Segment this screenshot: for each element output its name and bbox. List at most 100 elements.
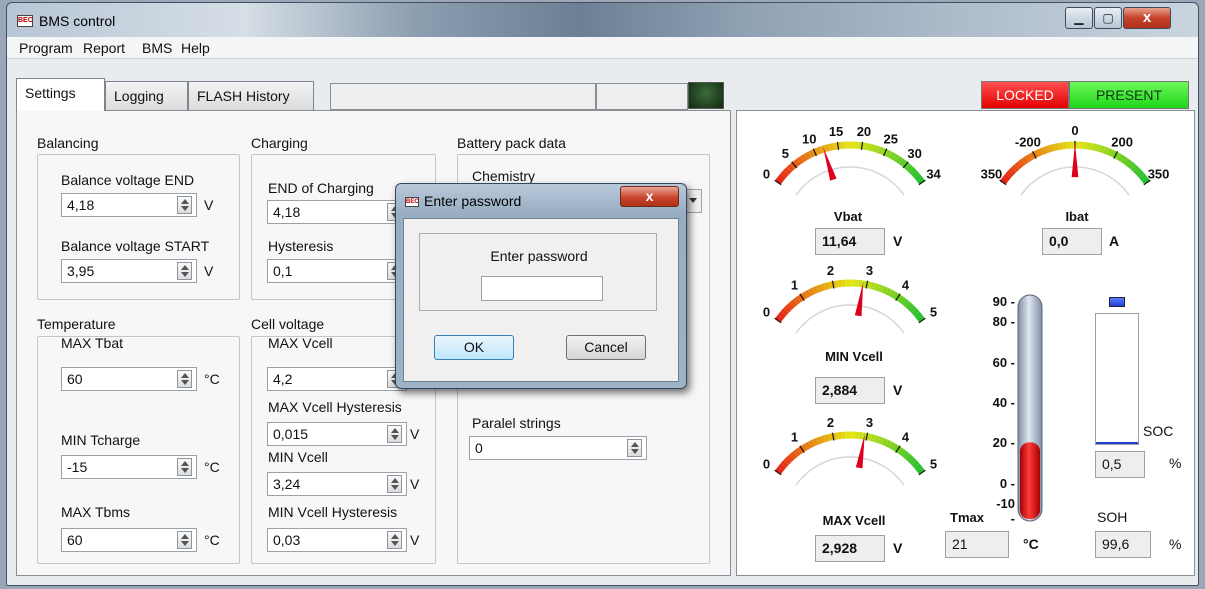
min-tcharge-input[interactable]: -15 <box>61 455 197 479</box>
tmax-unit: °C <box>1023 536 1039 552</box>
max-tbms-label: MAX Tbms <box>61 504 130 520</box>
gauge-tick-label: 3 <box>866 263 873 278</box>
end-of-charging-input[interactable]: 4,18 <box>267 200 407 224</box>
gauge-arc-segment <box>916 466 925 475</box>
gauge-arc-segment <box>908 167 917 176</box>
menu-help[interactable]: Help <box>181 40 210 56</box>
spinner-icon[interactable] <box>177 531 192 549</box>
vbat-gauge: 05 10 15 20 25 30 34 <box>763 124 942 196</box>
gauge-arc-segment <box>889 441 897 451</box>
tab-settings[interactable]: Settings <box>16 78 105 111</box>
max-vcell-hysteresis-input[interactable]: 0,015 <box>267 422 407 446</box>
gauge-arc-segment <box>1049 144 1055 152</box>
gauge-arc-segment <box>858 431 864 440</box>
minimize-button[interactable]: ▁ <box>1065 7 1093 29</box>
dialog-close-button[interactable]: x <box>620 186 679 207</box>
gauge-arc-segment <box>1091 143 1097 151</box>
max-tbat-input[interactable]: 60 <box>61 367 197 391</box>
min-vcell-hysteresis-input[interactable]: 0,03 <box>267 528 407 552</box>
gauge-tick-label: 4 <box>902 277 910 292</box>
gauge-arc-segment <box>811 286 819 295</box>
min-vcell-readout: 2,884 <box>815 377 885 404</box>
spinner-icon[interactable] <box>177 458 192 476</box>
gauge-arc-segment <box>1133 167 1142 176</box>
gauge-arc-segment <box>815 284 823 293</box>
gauge-arc-segment <box>862 142 868 151</box>
ok-button[interactable]: OK <box>434 335 514 360</box>
gauge-arc-segment <box>877 284 885 293</box>
gauge-arc-segment <box>1106 148 1114 157</box>
gauge-tick-label: 0 <box>763 304 770 319</box>
password-dialog[interactable]: BEC Enter password x Enter password OK C… <box>395 183 687 389</box>
gauge-tick-label: 1 <box>791 429 798 444</box>
gauge-arc-segment <box>1083 141 1089 150</box>
spinner-icon[interactable] <box>387 425 402 443</box>
spinner-icon[interactable] <box>177 196 192 214</box>
close-window-button[interactable]: x <box>1123 7 1171 29</box>
gauge-arc-segment <box>908 457 917 466</box>
password-panel: Enter password <box>419 233 657 311</box>
gauge-tick-label: 0 <box>763 166 770 181</box>
maximize-button[interactable]: ▢ <box>1094 7 1122 29</box>
charging-hysteresis-input[interactable]: 0,1 <box>267 259 407 283</box>
gauge-arc-segment <box>828 433 834 441</box>
status-field-secondary <box>596 83 688 110</box>
gauge-arc-segment <box>902 451 911 460</box>
paralel-strings-input[interactable]: 0 <box>469 436 647 460</box>
vbat-unit: V <box>893 233 903 249</box>
gauge-arc-segment <box>828 143 834 151</box>
menu-bms[interactable]: BMS <box>142 40 172 56</box>
gauge-arc-segment <box>777 311 786 320</box>
tab-flash-history[interactable]: FLASH History <box>188 81 314 110</box>
charging-group-title: Charging <box>251 135 308 151</box>
gauge-arc-segment <box>873 145 881 154</box>
tab-logging[interactable]: Logging <box>105 81 188 110</box>
spinner-icon[interactable] <box>177 370 192 388</box>
gauge-arc-segment <box>1139 173 1148 182</box>
gauge-tick-label: 5 <box>930 456 937 471</box>
max-vcell-readout: 2,928 <box>815 535 885 562</box>
max-vcell-hysteresis-label: MAX Vcell Hysteresis <box>268 399 402 415</box>
min-vcell-input[interactable]: 3,24 <box>267 472 407 496</box>
gauge-arc-segment <box>789 299 798 308</box>
spinner-icon[interactable] <box>177 262 192 280</box>
title-bar[interactable]: BEC BMS control ▁ ▢ x <box>7 3 1198 37</box>
gauge-arc-segment <box>899 448 907 457</box>
gauge-arc-segment <box>803 289 811 299</box>
balance-start-input[interactable]: 3,95 <box>61 259 197 283</box>
gauge-arc-segment <box>908 305 917 314</box>
menu-program[interactable]: Program <box>19 40 73 56</box>
spinner-icon[interactable] <box>627 439 642 457</box>
balance-end-input[interactable]: 4,18 <box>61 193 197 217</box>
max-vcell-value: 4,2 <box>273 371 293 387</box>
menu-report[interactable]: Report <box>83 40 125 56</box>
spinner-icon[interactable] <box>387 531 402 549</box>
gauge-tick-label: 30 <box>907 146 921 161</box>
max-vcell-input[interactable]: 4,2 <box>267 367 407 391</box>
spinner-icon[interactable] <box>387 475 402 493</box>
gauge-arc-segment <box>819 283 827 292</box>
soh-label: SOH <box>1097 509 1128 525</box>
gauge-arc-segment <box>877 146 885 155</box>
gauge-arc-segment <box>780 308 789 317</box>
balance-start-label: Balance voltage START <box>61 238 210 254</box>
gauge-inner-arc <box>795 304 905 334</box>
app-logo-icon: BEC <box>405 197 419 207</box>
password-input[interactable] <box>481 276 603 301</box>
menu-bar: Program Report BMS Help <box>7 37 1198 59</box>
ibat-gauge: 350 -200 0 200 350 <box>981 123 1169 196</box>
gauge-arc-segment <box>836 279 842 288</box>
gauge-arc-segment <box>1025 153 1033 163</box>
cancel-button[interactable]: Cancel <box>566 335 646 360</box>
minimize-icon: ▁ <box>1074 11 1084 25</box>
balance-start-unit: V <box>204 263 214 279</box>
soc-bar <box>1095 313 1139 445</box>
gauge-arc-segment <box>1117 153 1125 163</box>
gauge-arc-segment <box>866 143 872 151</box>
gauge-arc-segment <box>896 156 904 165</box>
gauge-arc-segment <box>870 144 876 152</box>
min-vcell-label: MIN Vcell <box>268 449 328 465</box>
gauge-arc-segment <box>786 454 795 463</box>
max-tbms-input[interactable]: 60 <box>61 528 197 552</box>
present-status-indicator: PRESENT <box>1069 81 1189 109</box>
